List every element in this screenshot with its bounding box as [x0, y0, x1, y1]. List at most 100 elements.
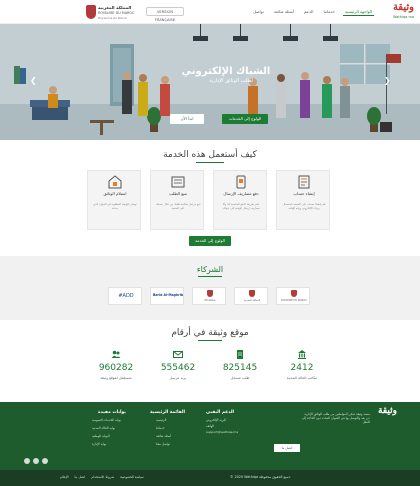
- footer-portal-link[interactable]: البوابة الوطنية: [92, 434, 110, 438]
- section-divider: [198, 276, 222, 277]
- section-divider: [198, 340, 222, 341]
- footer-portal-link[interactable]: بوابة الحالة المدنية: [92, 426, 115, 430]
- how-card: تتبع الطلب تتبع مراحل معالجة طلبك من خلا…: [150, 170, 204, 230]
- footer-portal-link[interactable]: بوابة الخدمات العمومية: [92, 418, 121, 422]
- stat-label: بريد مرسل: [169, 376, 187, 380]
- footer-portal-link[interactable]: بوابة الإدارة: [92, 442, 106, 446]
- access-service-button[interactable]: الولوج إلى الخدمة: [189, 236, 231, 246]
- footer-support-line: البريد الإلكتروني: [206, 418, 227, 422]
- gov-name-tagline: Royaume du Maroc: [98, 16, 128, 20]
- coat-of-arms-icon: [86, 5, 96, 19]
- nav-faq[interactable]: أسئلة شائعة: [272, 8, 296, 16]
- stat-value: 960282: [98, 363, 134, 373]
- gov-name-ar: المملكة المغربية: [98, 5, 132, 10]
- hero-subtitle: لطلب الوثائق الإدارية: [209, 78, 253, 84]
- stat-label: مستعمل لموقع وثيقة: [100, 376, 132, 380]
- twitter-icon[interactable]: [33, 458, 39, 464]
- how-card-title: دفع مصاريف الإرسال: [223, 191, 259, 196]
- footer-menu-link[interactable]: خدماتنا: [156, 426, 165, 430]
- footer-support-email[interactable]: support@wathiqa.ma: [206, 430, 238, 434]
- document-icon: [237, 350, 243, 359]
- how-card-title: تتبع الطلب: [169, 191, 187, 196]
- social-links: [24, 458, 48, 464]
- subfooter-link[interactable]: اتصل بنا: [74, 475, 85, 479]
- nav-support[interactable]: الدعم: [302, 8, 315, 16]
- partner-logo[interactable]: Ministère: [192, 287, 226, 305]
- header: وثيقة Wathiqa.ma الواجهة الرئيسية خدماتن…: [0, 0, 420, 24]
- footer-portals-title: بوابات مفيدة: [98, 410, 126, 415]
- hero-title: الشباك الإلكتروني: [181, 66, 271, 77]
- gov-name-fr: ROYAUME DU MAROC: [98, 11, 135, 15]
- subfooter-link[interactable]: الإعلام: [60, 475, 68, 479]
- how-card: استلام الوثائق توصل بالوثيقة المطلوبة في…: [87, 170, 141, 230]
- partner-logo[interactable]: المملكة المغربية: [234, 287, 268, 305]
- how-card-desc: تتبع مراحل معالجة طلبك من خلال حسابك على…: [155, 203, 201, 210]
- building-icon: [298, 350, 306, 359]
- partner-logo[interactable]: ROYAUME DU MAROC: [276, 287, 310, 305]
- tracking-icon: [171, 176, 185, 188]
- section-divider: [196, 162, 224, 163]
- nav-contact[interactable]: تواصل: [251, 8, 266, 16]
- footer-menu-link[interactable]: الرئيسية: [156, 418, 166, 422]
- youtube-icon[interactable]: [42, 458, 48, 464]
- users-icon: [111, 350, 121, 358]
- stat-item: 960282 مستعمل لموقع وثيقة: [86, 350, 146, 380]
- payment-icon: [236, 175, 246, 189]
- partner-name: ROYAUME DU MAROC: [281, 299, 307, 302]
- footer-menu-link[interactable]: أسئلة شائعة: [156, 434, 171, 438]
- footer-logo[interactable]: وثيقة: [378, 406, 397, 416]
- brand-name: وثيقة: [392, 2, 414, 13]
- stat-label: مكاتب الحالة المدنية: [286, 376, 318, 380]
- footer-contact-button[interactable]: اتصل بنا: [274, 444, 300, 452]
- subfooter-link[interactable]: شروط الاستخدام: [91, 475, 114, 479]
- how-card-desc: توصل بالوثيقة المطلوبة في العنوان الذي ح…: [93, 203, 137, 210]
- coat-of-arms-icon: [249, 290, 255, 297]
- facebook-icon[interactable]: [24, 458, 30, 464]
- hero-services-button[interactable]: الولوج إلى الخدمات: [222, 114, 268, 124]
- form-icon: [298, 175, 310, 189]
- how-card-desc: اختر طريقة الدفع المناسبة لك وأدِّ مصاري…: [222, 203, 260, 210]
- language-switch-button[interactable]: VERSION FRANÇAISE: [146, 7, 184, 22]
- footer-menu-link[interactable]: تواصل معنا: [156, 442, 170, 446]
- how-card-desc: قم بإنشاء حساب على المنصة باستعمال بريدك…: [282, 203, 326, 210]
- government-logo: المملكة المغربية ROYAUME DU MAROC Royaum…: [86, 3, 134, 21]
- coat-of-arms-icon: [291, 290, 297, 297]
- partner-logo[interactable]: #ADD: [108, 287, 142, 305]
- subfooter: © 2020 Wathiqa جميع الحقوق محفوظة سياسة …: [0, 470, 420, 486]
- how-card-title: إنشاء حساب: [293, 191, 315, 196]
- partner-name: Ministère: [204, 299, 216, 302]
- partner-name: المملكة المغربية: [243, 299, 261, 302]
- delivery-icon: [108, 175, 122, 189]
- subfooter-link[interactable]: سياسة الخصوصية: [120, 475, 144, 479]
- stats-title: موقع وثيقة في أرقام: [171, 328, 249, 338]
- stat-item: 825145 طلب مسجل: [210, 350, 270, 380]
- slider-prev-icon[interactable]: ❮: [30, 76, 37, 85]
- how-section-title: كيف أستعمل هذه الخدمة: [163, 150, 257, 160]
- brand-logo[interactable]: وثيقة Wathiqa.ma: [380, 2, 414, 22]
- brand-sub: Wathiqa.ma: [393, 15, 414, 19]
- stat-value: 2412: [290, 363, 314, 373]
- footer-about: منصة وثيقة تمكن المواطنين من طلب الوثائق…: [301, 412, 370, 424]
- coat-of-arms-icon: [207, 290, 213, 297]
- partners-title: الشركاء: [196, 265, 224, 274]
- footer-menu-title: القائمة الرئيسية: [150, 410, 185, 415]
- how-card-title: استلام الوثائق: [103, 191, 127, 196]
- hero-slider: ❮ ❯ الشباك الإلكتروني لطلب الوثائق الإدا…: [0, 24, 420, 140]
- subfooter-links: سياسة الخصوصية شروط الاستخدام اتصل بنا ا…: [60, 475, 144, 479]
- how-card: إنشاء حساب قم بإنشاء حساب على المنصة باس…: [276, 170, 330, 230]
- stat-item: 555462 بريد مرسل: [148, 350, 208, 380]
- nav-services[interactable]: خدماتنا: [321, 8, 336, 16]
- stat-value: 825145: [222, 363, 258, 373]
- nav-home[interactable]: الواجهة الرئيسية: [342, 8, 374, 16]
- footer-support-line: الهاتف: [206, 424, 214, 428]
- slider-next-icon[interactable]: ❯: [384, 76, 391, 85]
- how-card: دفع مصاريف الإرسال اختر طريقة الدفع المن…: [213, 170, 267, 230]
- stat-item: 2412 مكاتب الحالة المدنية: [272, 350, 332, 380]
- main-nav: الواجهة الرئيسية خدماتنا الدعم أسئلة شائ…: [251, 8, 374, 16]
- hero-start-button[interactable]: ابدأ الآن: [170, 114, 204, 124]
- partner-logo[interactable]: Barid Al-Maghrib: [150, 287, 184, 305]
- stat-value: 555462: [160, 363, 196, 373]
- partner-name: #ADD: [118, 293, 134, 299]
- copyright-text: © 2020 Wathiqa جميع الحقوق محفوظة: [230, 475, 291, 479]
- partner-name: Barid Al-Maghrib: [152, 293, 184, 297]
